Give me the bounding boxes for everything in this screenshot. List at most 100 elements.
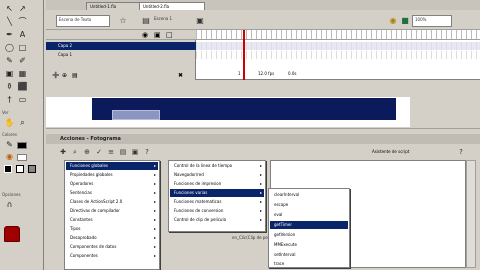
transform-tool-icon[interactable]: ▣ [4, 69, 15, 79]
eye-icon[interactable]: ◉ [388, 14, 398, 26]
layer-row[interactable]: Capa 2 [46, 42, 196, 50]
layer-header: ◉ ▣ □ [46, 30, 196, 40]
actions-toolbar: ✚ ⌕ ⊕ ✓ ≡ ▤ ▣ ? Asistente de script ? [46, 145, 480, 159]
menu-item[interactable]: Funciones de conversion ▸ [170, 207, 264, 215]
frame-ruler[interactable] [196, 30, 480, 40]
code-hint-icon[interactable]: ▤ [118, 147, 128, 157]
menu-item[interactable]: getTimer [270, 221, 348, 229]
menu-item[interactable]: Desaprobado ▸ [66, 234, 158, 242]
actions-gutter [46, 160, 62, 270]
debug-icon[interactable]: ▣ [130, 147, 140, 157]
help-icon[interactable]: ? [142, 147, 152, 157]
menu-item[interactable]: escape [270, 201, 348, 209]
script-assist-label[interactable]: Asistente de script [372, 149, 452, 154]
menu-item[interactable]: Componentes ▸ [66, 252, 158, 260]
add-guide-icon[interactable]: ⊕ [62, 72, 67, 79]
pencil-tool-icon[interactable]: ✎ [4, 56, 15, 66]
actions-panel-title[interactable]: Acciones - Fotograma [46, 134, 480, 144]
menu-item[interactable]: Funciones globales ▸ [66, 162, 158, 170]
rect-tool-icon[interactable]: □ [17, 43, 28, 53]
find-icon[interactable]: ⌕ [70, 147, 80, 157]
eraser-tool-icon[interactable]: ▭ [17, 95, 28, 105]
menu-item[interactable]: eval [270, 211, 348, 219]
add-folder-icon[interactable]: ▤ [72, 72, 78, 79]
menu-item[interactable]: Componentes de datos ▸ [66, 243, 158, 251]
ink-bottle-tool-icon[interactable]: ⚱ [4, 82, 15, 92]
stage-tile[interactable] [112, 110, 160, 120]
menu-item[interactable]: Control de la linea de tiempo ▸ [170, 162, 264, 170]
outline-column-icon[interactable]: □ [166, 31, 173, 39]
menu-item[interactable]: setInterval [270, 251, 348, 259]
frames-row[interactable] [196, 51, 480, 59]
layer-list: ◉ ▣ □ Capa 2 Capa 1 ➕ ⊕ ▤ ✖ [46, 30, 196, 80]
eye-column-icon[interactable]: ◉ [142, 31, 148, 39]
scene-name-field[interactable]: Escena de Texto [56, 15, 110, 27]
oval-tool-icon[interactable]: ◯ [4, 43, 15, 53]
text-tool-icon[interactable]: A [17, 30, 28, 40]
fill-transform-tool-icon[interactable]: ▦ [17, 69, 28, 79]
menu-item[interactable]: Funciones matematicas ▸ [170, 198, 264, 206]
edit-bar: Escena de Texto ☆ ▤ Escena 1 ▣ ◉ ■ 100% [46, 10, 480, 30]
editor-scrollbar[interactable] [466, 160, 476, 268]
stroke-color-swatch[interactable] [17, 142, 27, 149]
fill-color-icon[interactable]: ◉ [4, 152, 15, 162]
default-colors-icon[interactable] [4, 165, 12, 173]
brush-tool-icon[interactable]: ✐ [17, 56, 28, 66]
zoom-field[interactable]: 100% [412, 15, 452, 27]
folder-icon[interactable]: ■ [400, 14, 410, 26]
check-syntax-icon[interactable]: ✓ [94, 147, 104, 157]
target-icon[interactable]: ⊕ [82, 147, 92, 157]
menu-item[interactable]: Tipos ▸ [66, 225, 158, 233]
hand-tool-icon[interactable]: ✋ [4, 118, 15, 128]
home-star-icon[interactable]: ☆ [118, 14, 128, 26]
frames-row[interactable] [196, 42, 480, 50]
menu-item[interactable]: Navegador/red ▸ [170, 171, 264, 179]
menu-item[interactable]: Operadores ▸ [66, 180, 158, 188]
menu-item[interactable]: Directivas de compilador ▸ [66, 207, 158, 215]
swap-colors-icon[interactable] [28, 165, 36, 173]
actions-category-menu: Funciones globales ▸ Propiedades globales… [64, 160, 160, 270]
delete-layer-icon[interactable]: ✖ [178, 72, 183, 79]
edit-symbol-icon[interactable]: ▣ [194, 14, 206, 26]
menu-item[interactable]: clearInterval [270, 191, 348, 199]
fill-color-swatch[interactable] [17, 154, 27, 161]
paint-bucket-tool-icon[interactable]: ⬛ [17, 82, 28, 92]
menu-item[interactable]: Funciones varias ▸ [170, 189, 264, 197]
stroke-color-icon[interactable]: ✎ [4, 140, 15, 150]
current-frame: 1 [238, 71, 241, 76]
scene-label: Escena 1 [154, 16, 173, 21]
zoom-tool-icon[interactable]: ⌕ [17, 118, 28, 128]
tools-panel: ↖ ↗ ╲ ⌒ ✒ A ◯ □ ✎ ✐ ▣ ▦ ⚱ ⬛ † ▭ Ver ✋ ⌕ … [0, 0, 44, 270]
snap-magnet-icon[interactable]: ∩ [4, 200, 15, 210]
menu-item[interactable]: Sentencias ▸ [66, 189, 158, 197]
no-color-icon[interactable] [16, 165, 24, 173]
edit-scene-icon[interactable]: ▤ [140, 14, 152, 26]
add-layer-icon[interactable]: ➕ [52, 72, 59, 79]
menu-item[interactable]: MMExecute [270, 241, 348, 249]
subselect-tool-icon[interactable]: ↗ [17, 4, 28, 14]
menu-item[interactable]: Clases de ActionScript 2.0 ▸ [66, 198, 158, 206]
menu-item[interactable]: getVersion [270, 231, 348, 239]
lasso-tool-icon[interactable]: ⌒ [17, 17, 28, 27]
layer-row[interactable]: Capa 1 [46, 51, 196, 59]
menu-item[interactable]: trace [270, 260, 348, 268]
elapsed-time: 0.0s [288, 71, 297, 76]
lock-column-icon[interactable]: ▣ [154, 31, 161, 39]
stage-scrollbar[interactable] [46, 128, 480, 133]
timeline-status: 1 12.0 fps 0.0s [198, 70, 348, 78]
timeline-panel: ◉ ▣ □ Capa 2 Capa 1 ➕ ⊕ ▤ ✖ 1 12.0 fps 0… [46, 30, 480, 80]
arrow-tool-icon[interactable]: ↖ [4, 4, 15, 14]
eyedropper-tool-icon[interactable]: † [4, 95, 15, 105]
layer-controls: ➕ ⊕ ▤ ✖ [48, 72, 194, 80]
view-section-label: Ver [2, 110, 9, 115]
menu-item[interactable]: Control de clip de pelicula ▸ [170, 216, 264, 224]
format-icon[interactable]: ≡ [106, 147, 116, 157]
menu-item[interactable]: Propiedades globales ▸ [66, 171, 158, 179]
line-tool-icon[interactable]: ╲ [4, 17, 15, 27]
add-action-icon[interactable]: ✚ [58, 147, 68, 157]
menu-item[interactable]: Funciones de impresion ▸ [170, 180, 264, 188]
panel-help-icon[interactable]: ? [456, 147, 466, 157]
option-lock-icon[interactable] [4, 226, 20, 242]
menu-item[interactable]: Constantes ▸ [66, 216, 158, 224]
pen-tool-icon[interactable]: ✒ [4, 30, 15, 40]
